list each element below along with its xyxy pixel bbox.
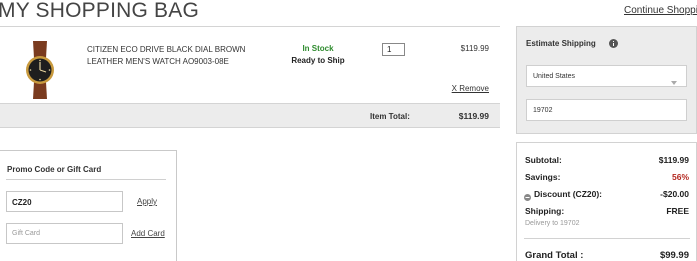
- minus-icon[interactable]: [524, 194, 531, 201]
- zip-code-input[interactable]: 19702: [526, 99, 687, 121]
- delivery-note: Delivery to 19702: [525, 220, 580, 227]
- item-name[interactable]: Citizen Eco Drive Black Dial Brown Leath…: [87, 44, 257, 68]
- item-total-bar: Item Total: $119.99: [0, 103, 500, 128]
- grand-total-value: $99.99: [659, 250, 689, 261]
- subtotal-value: $119.99: [658, 155, 689, 165]
- discount-label: Discount (CZ20):: [534, 189, 602, 199]
- add-card-button[interactable]: Add Card: [131, 229, 165, 238]
- quantity-input[interactable]: 1: [382, 43, 405, 56]
- discount-value: -$20.00: [660, 189, 689, 199]
- chevron-down-icon[interactable]: [671, 73, 677, 85]
- continue-shopping-link[interactable]: Continue Shopping: [624, 5, 697, 16]
- promo-box: Promo Code or Gift Card CZ20 Apply Gift …: [0, 150, 177, 261]
- country-select[interactable]: United States: [526, 65, 687, 87]
- promo-code-input[interactable]: CZ20: [6, 191, 123, 212]
- shipping-label: Shipping:: [525, 206, 565, 216]
- item-price: $119.99: [460, 44, 489, 53]
- cart-item-row: Citizen Eco Drive Black Dial Brown Leath…: [0, 27, 500, 103]
- ship-status: Ready to Ship: [291, 56, 345, 65]
- promo-heading: Promo Code or Gift Card: [7, 165, 102, 174]
- summary-divider: [524, 238, 690, 239]
- page-title: My Shopping Bag: [0, 0, 199, 22]
- item-total-label: Item Total:: [370, 112, 410, 121]
- info-icon[interactable]: [609, 39, 618, 48]
- shipping-value: FREE: [666, 206, 689, 216]
- stock-status: In Stock: [302, 44, 334, 53]
- savings-value: 56%: [671, 172, 689, 182]
- estimate-shipping-heading: Estimate Shipping: [526, 39, 596, 48]
- watch-icon[interactable]: [20, 41, 60, 99]
- subtotal-label: Subtotal:: [525, 155, 562, 165]
- order-summary-panel: Subtotal: $119.99 Savings: 56% Discount …: [516, 142, 697, 261]
- item-total-value: $119.99: [458, 111, 489, 121]
- apply-button[interactable]: Apply: [137, 197, 157, 206]
- remove-item-link[interactable]: X Remove: [440, 84, 489, 93]
- grand-total-label: Grand Total :: [525, 250, 584, 261]
- gift-card-input[interactable]: Gift Card: [6, 223, 123, 244]
- savings-label: Savings:: [525, 172, 561, 182]
- promo-heading-divider: [6, 179, 166, 180]
- estimate-shipping-panel: Estimate Shipping United States 19702: [516, 26, 697, 134]
